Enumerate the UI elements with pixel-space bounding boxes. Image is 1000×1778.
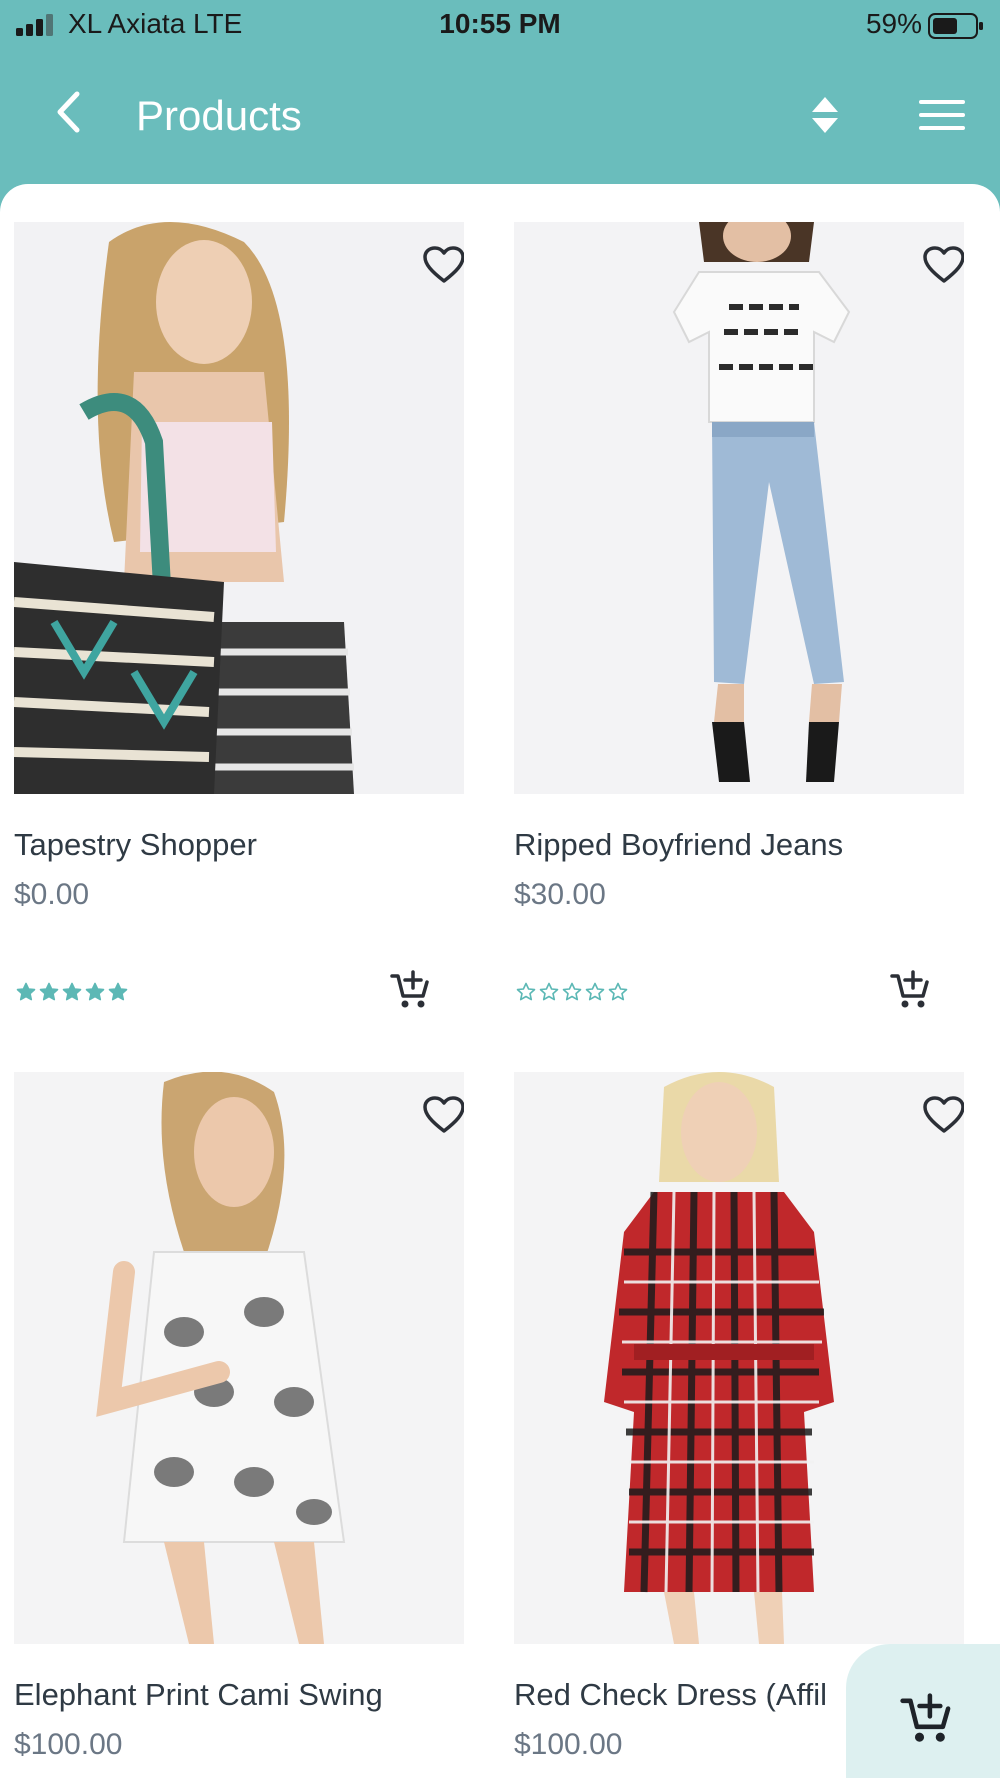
add-to-cart-icon (890, 970, 929, 1008)
floating-cart-button[interactable] (846, 1644, 1000, 1778)
product-price: $0.00 (14, 878, 90, 911)
add-to-cart-button[interactable] (888, 968, 932, 1012)
star-icon (608, 982, 628, 1001)
add-to-cart-icon (900, 1693, 951, 1742)
product-photo (514, 222, 964, 794)
product-name[interactable]: Tapestry Shopper (14, 827, 257, 863)
sort-icon (812, 97, 838, 133)
product-price: $100.00 (514, 1728, 623, 1761)
product-image[interactable] (14, 1072, 464, 1644)
menu-button[interactable] (912, 90, 972, 140)
add-to-cart-button[interactable] (388, 968, 432, 1012)
star-icon (39, 982, 59, 1001)
product-photo (14, 222, 464, 794)
product-price: $100.00 (14, 1728, 123, 1761)
heart-icon (923, 1096, 964, 1133)
star-icon (585, 982, 605, 1001)
product-image[interactable] (514, 222, 964, 794)
back-button[interactable] (40, 84, 96, 140)
page-title: Products (136, 92, 302, 139)
sort-button[interactable] (800, 90, 850, 140)
star-icon (16, 982, 36, 1001)
battery-icon (928, 13, 983, 39)
product-image[interactable] (14, 222, 464, 794)
product-image[interactable] (514, 1072, 964, 1644)
star-icon (539, 982, 559, 1001)
status-time: 10:55 PM (439, 8, 561, 39)
product-name[interactable]: Ripped Boyfriend Jeans (514, 827, 843, 863)
star-icon (85, 982, 105, 1001)
battery-percent: 59% (865, 8, 922, 39)
heart-icon (423, 246, 464, 283)
product-price: $30.00 (514, 878, 606, 911)
status-bar: XL Axiata LTE 10:55 PM 59% (0, 0, 1000, 50)
product-name[interactable]: Red Check Dress (Affil (514, 1677, 827, 1713)
favorite-button[interactable] (420, 1092, 464, 1138)
app-bar: Products (0, 50, 1000, 184)
favorite-button[interactable] (920, 1092, 964, 1138)
favorite-button[interactable] (920, 242, 964, 288)
product-name[interactable]: Elephant Print Cami Swing (14, 1677, 383, 1713)
heart-icon (423, 1096, 464, 1133)
star-icon (108, 982, 128, 1001)
product-photo (14, 1072, 464, 1644)
product-photo (514, 1072, 964, 1644)
chevron-left-icon (57, 91, 80, 133)
star-icon (62, 982, 82, 1001)
add-to-cart-icon (390, 970, 429, 1008)
rating-stars (516, 982, 628, 1002)
star-icon (516, 982, 536, 1001)
rating-stars (16, 982, 128, 1002)
hamburger-menu-icon (919, 100, 965, 130)
product-list: Tapestry Shopper $0.00 Ripped Boyfriend … (0, 184, 1000, 1778)
star-icon (562, 982, 582, 1001)
favorite-button[interactable] (420, 242, 464, 288)
heart-icon (923, 246, 964, 283)
